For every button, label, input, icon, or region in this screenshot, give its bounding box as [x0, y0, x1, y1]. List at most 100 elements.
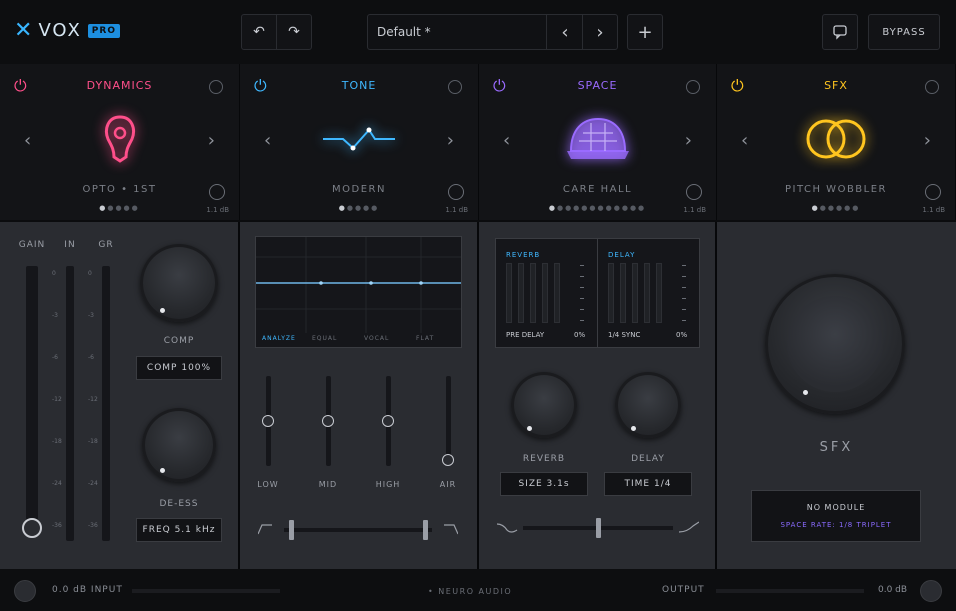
delay-mix: 0%: [676, 331, 688, 339]
eq-tab-equal[interactable]: EQUAL: [312, 335, 337, 342]
gain-fader-track[interactable]: [26, 266, 38, 536]
add-preset-button[interactable]: +: [627, 14, 663, 50]
reverb-label: REVERB: [522, 454, 566, 464]
delay-knob[interactable]: [615, 372, 681, 438]
delay-param-bar[interactable]: [608, 263, 614, 323]
filter-low-handle[interactable]: [289, 520, 295, 540]
output-trim-knob[interactable]: [686, 184, 702, 200]
eq-display[interactable]: ANALYZE EQUAL VOCAL FLAT: [255, 236, 462, 348]
preset-selector[interactable]: Default * ‹ ›: [367, 14, 618, 50]
reverb-param-bar[interactable]: [506, 263, 512, 323]
settings-icon[interactable]: [925, 80, 939, 94]
reverb-param-bar[interactable]: [554, 263, 560, 323]
eq-band-fader-thumb[interactable]: [322, 415, 334, 427]
output-knob[interactable]: [920, 580, 942, 602]
eq-band-label: AIR: [439, 480, 457, 489]
sfx-label: SFX: [819, 440, 854, 455]
comp-value[interactable]: COMP 100%: [136, 356, 222, 380]
redo-button[interactable]: ↷: [276, 14, 312, 50]
meter-scale-tick: -24: [88, 480, 98, 487]
filter-high-handle[interactable]: [422, 520, 428, 540]
output-trim-value: 1.1 dB: [922, 206, 945, 214]
feedback-button[interactable]: [822, 14, 858, 50]
delay-param-bar[interactable]: [632, 263, 638, 323]
output-trim-knob[interactable]: [925, 184, 941, 200]
filter-slider[interactable]: [258, 522, 458, 538]
preset-page-dots: ●●●●●: [338, 204, 380, 212]
display-divider: [597, 239, 598, 347]
delay-param-bar[interactable]: [644, 263, 650, 323]
sfx-info-box: NO MODULE SPACE RATE: 1/8 TRIPLET: [751, 490, 921, 542]
input-label: 0.0 dB INPUT: [52, 585, 123, 595]
scale-tick: [682, 287, 686, 288]
preset-name: Default *: [377, 25, 431, 39]
sfx-knob[interactable]: [765, 274, 905, 414]
scale-tick: [580, 298, 584, 299]
reverb-param-bar[interactable]: [518, 263, 524, 323]
settings-icon[interactable]: [209, 80, 223, 94]
settings-icon[interactable]: [686, 80, 700, 94]
eq-band-fader-thumb[interactable]: [262, 415, 274, 427]
eq-band-fader-track[interactable]: [446, 376, 451, 466]
space-display: REVERB DELAY PRE DELAY 0% 1/4 SYNC 0%: [495, 238, 700, 348]
eq-curve: [256, 237, 461, 333]
eq-band-fader-thumb[interactable]: [442, 454, 454, 466]
preset-page-dots: ●●●●●: [99, 204, 140, 212]
meter-scale-tick: -12: [52, 396, 62, 403]
deess-label: DE-ESS: [159, 499, 199, 509]
gain-fader-thumb[interactable]: [22, 518, 42, 538]
meter-scale-tick: 0: [52, 270, 56, 277]
meter-scale-tick: -36: [52, 522, 62, 529]
meter-scale-tick: -6: [88, 354, 94, 361]
sfx-preset-label: PITCH WOBBLER: [785, 184, 887, 195]
meter-scale-tick: -6: [52, 354, 58, 361]
meter-scale-tick: -18: [88, 438, 98, 445]
delay-param-bar[interactable]: [620, 263, 626, 323]
output-trim-knob[interactable]: [448, 184, 464, 200]
reverb-title: REVERB: [506, 251, 541, 259]
undo-button[interactable]: ↶: [241, 14, 277, 50]
eq-tab-flat[interactable]: FLAT: [416, 335, 434, 342]
meter-scale-tick: -36: [88, 522, 98, 529]
brand-label: • NEURO AUDIO: [428, 587, 513, 596]
output-trim-knob[interactable]: [209, 184, 225, 200]
mix-handle[interactable]: [596, 518, 601, 538]
tone-title: TONE: [341, 79, 377, 92]
output-label: OUTPUT: [662, 585, 705, 595]
sfx-panel: SFX NO MODULE SPACE RATE: 1/8 TRIPLET: [717, 222, 956, 569]
deess-value[interactable]: FREQ 5.1 kHz: [136, 518, 222, 542]
reverb-param-bar[interactable]: [530, 263, 536, 323]
eq-tab-vocal[interactable]: VOCAL: [364, 335, 389, 342]
undo-icon: ↶: [253, 24, 265, 40]
bypass-button[interactable]: BYPASS: [868, 14, 940, 50]
preset-next-button[interactable]: ›: [583, 15, 617, 49]
delay-title: DELAY: [608, 251, 636, 259]
dynamics-module-tile: ⏻ DYNAMICS ‹ › OPTO • 1ST ●●●●● 1.1 dB: [0, 64, 240, 220]
logo-text: VOX: [38, 20, 82, 41]
reverb-param-bar[interactable]: [542, 263, 548, 323]
input-knob[interactable]: [14, 580, 36, 602]
space-preset-label: CARE HALL: [562, 184, 633, 195]
deess-knob[interactable]: [142, 408, 216, 482]
reverb-mix: 0%: [574, 331, 586, 339]
reverb-value[interactable]: SIZE 3.1s: [500, 472, 588, 496]
meter-label-in: IN: [64, 240, 76, 250]
reverb-knob[interactable]: [511, 372, 577, 438]
meter-scale-tick: -12: [88, 396, 98, 403]
meter-label-gr: GR: [98, 240, 114, 250]
sfx-info-line2: SPACE RATE: 1/8 TRIPLET: [780, 521, 892, 529]
space-panel: REVERB DELAY PRE DELAY 0% 1/4 SYNC 0% RE…: [479, 222, 717, 569]
settings-icon[interactable]: [448, 80, 462, 94]
eq-tab-analyze[interactable]: ANALYZE: [262, 335, 296, 342]
preset-prev-button[interactable]: ‹: [547, 15, 583, 49]
tone-module-tile: ⏻ TONE ‹ › MODERN ●●●●● 1.1 dB: [240, 64, 479, 220]
delay-value[interactable]: TIME 1/4: [604, 472, 692, 496]
scale-tick: [682, 298, 686, 299]
gr-meter: [102, 266, 110, 541]
comp-knob[interactable]: [140, 244, 218, 322]
eq-band-fader-thumb[interactable]: [382, 415, 394, 427]
output-value: 0.0 dB: [878, 585, 908, 595]
delay-param-bar[interactable]: [656, 263, 662, 323]
delay-label: DELAY: [631, 454, 665, 464]
sfx-title: SFX: [824, 79, 848, 92]
